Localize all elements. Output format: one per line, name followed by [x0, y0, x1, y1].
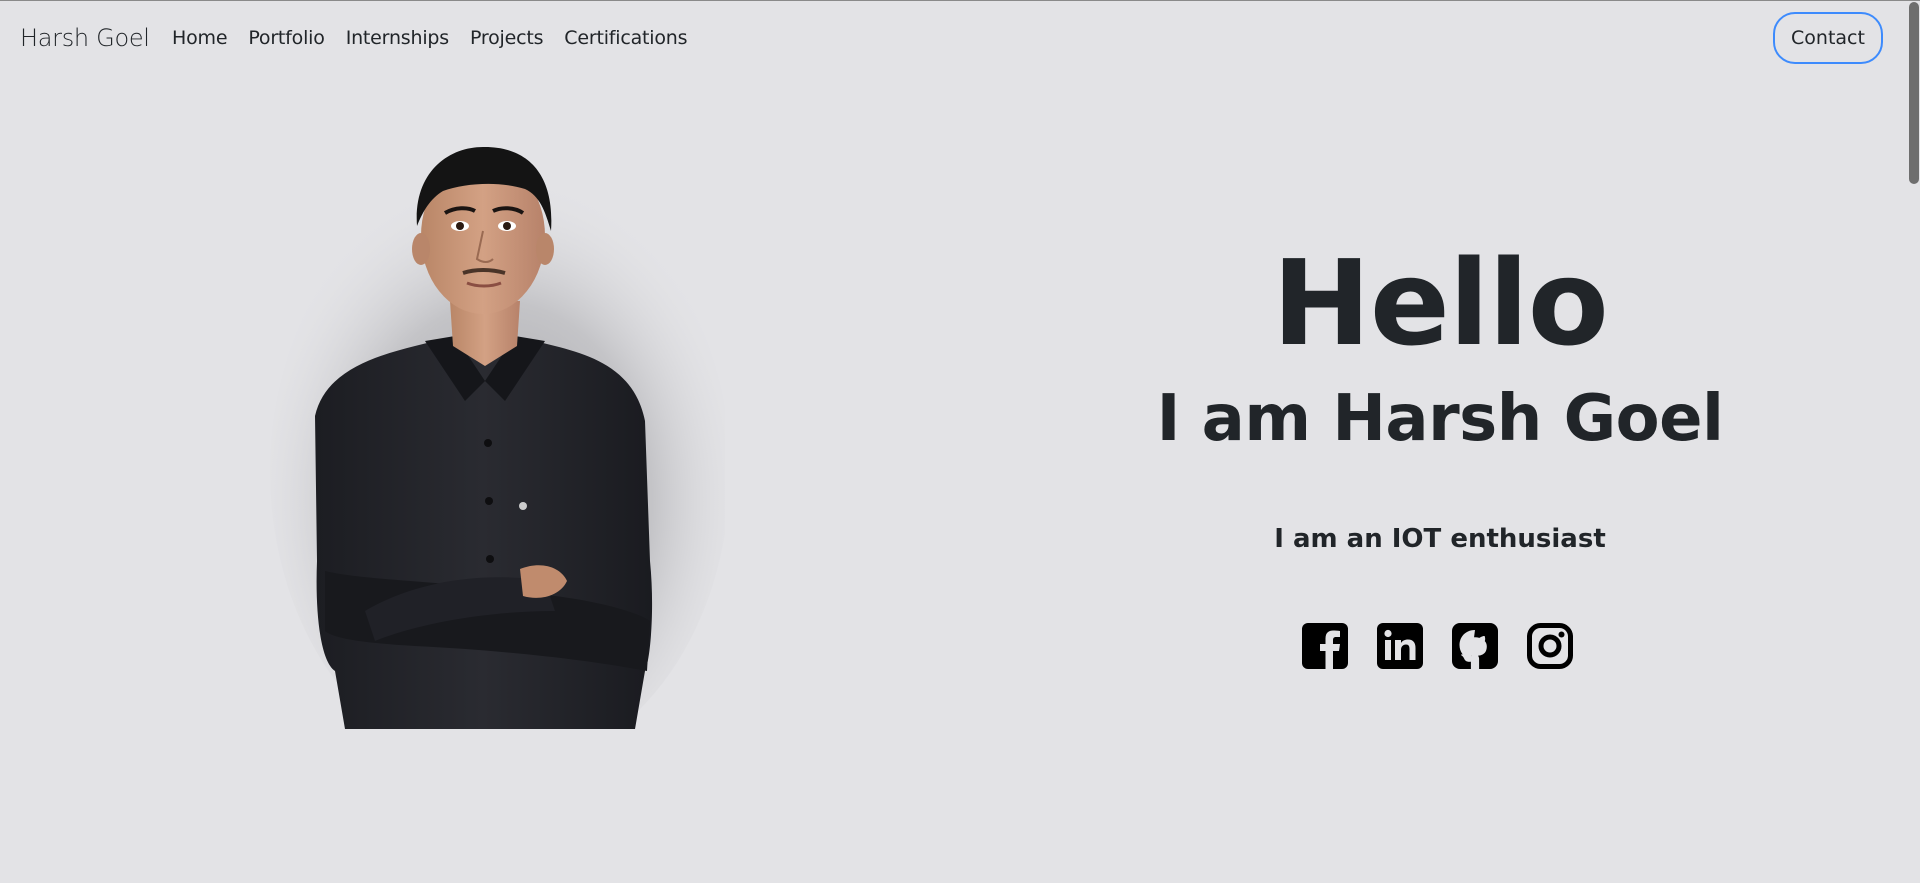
- hero-greeting: Hello: [1272, 234, 1609, 372]
- nav-internships[interactable]: Internships: [346, 27, 449, 49]
- github-icon[interactable]: [1452, 623, 1498, 669]
- hero-name: I am Harsh Goel: [1156, 382, 1724, 456]
- facebook-icon[interactable]: [1302, 623, 1348, 669]
- nav-projects[interactable]: Projects: [470, 27, 544, 49]
- profile-photo: [270, 146, 725, 729]
- page: Harsh Goel Home Portfolio Internships Pr…: [0, 0, 1920, 883]
- hero-tagline: I am an IOT enthusiast: [1274, 524, 1606, 554]
- linkedin-icon[interactable]: [1377, 623, 1423, 669]
- nav-links: Home Portfolio Internships Projects Cert…: [172, 27, 708, 49]
- navbar: Harsh Goel Home Portfolio Internships Pr…: [0, 1, 1905, 77]
- scrollbar[interactable]: [1905, 1, 1920, 883]
- nav-certifications[interactable]: Certifications: [564, 27, 687, 49]
- contact-button[interactable]: Contact: [1773, 12, 1883, 64]
- nav-home[interactable]: Home: [172, 27, 228, 49]
- scrollbar-thumb[interactable]: [1909, 2, 1919, 184]
- social-links: [1302, 623, 1573, 669]
- brand-logo[interactable]: Harsh Goel: [20, 24, 150, 52]
- nav-portfolio[interactable]: Portfolio: [248, 27, 325, 49]
- instagram-icon[interactable]: [1527, 623, 1573, 669]
